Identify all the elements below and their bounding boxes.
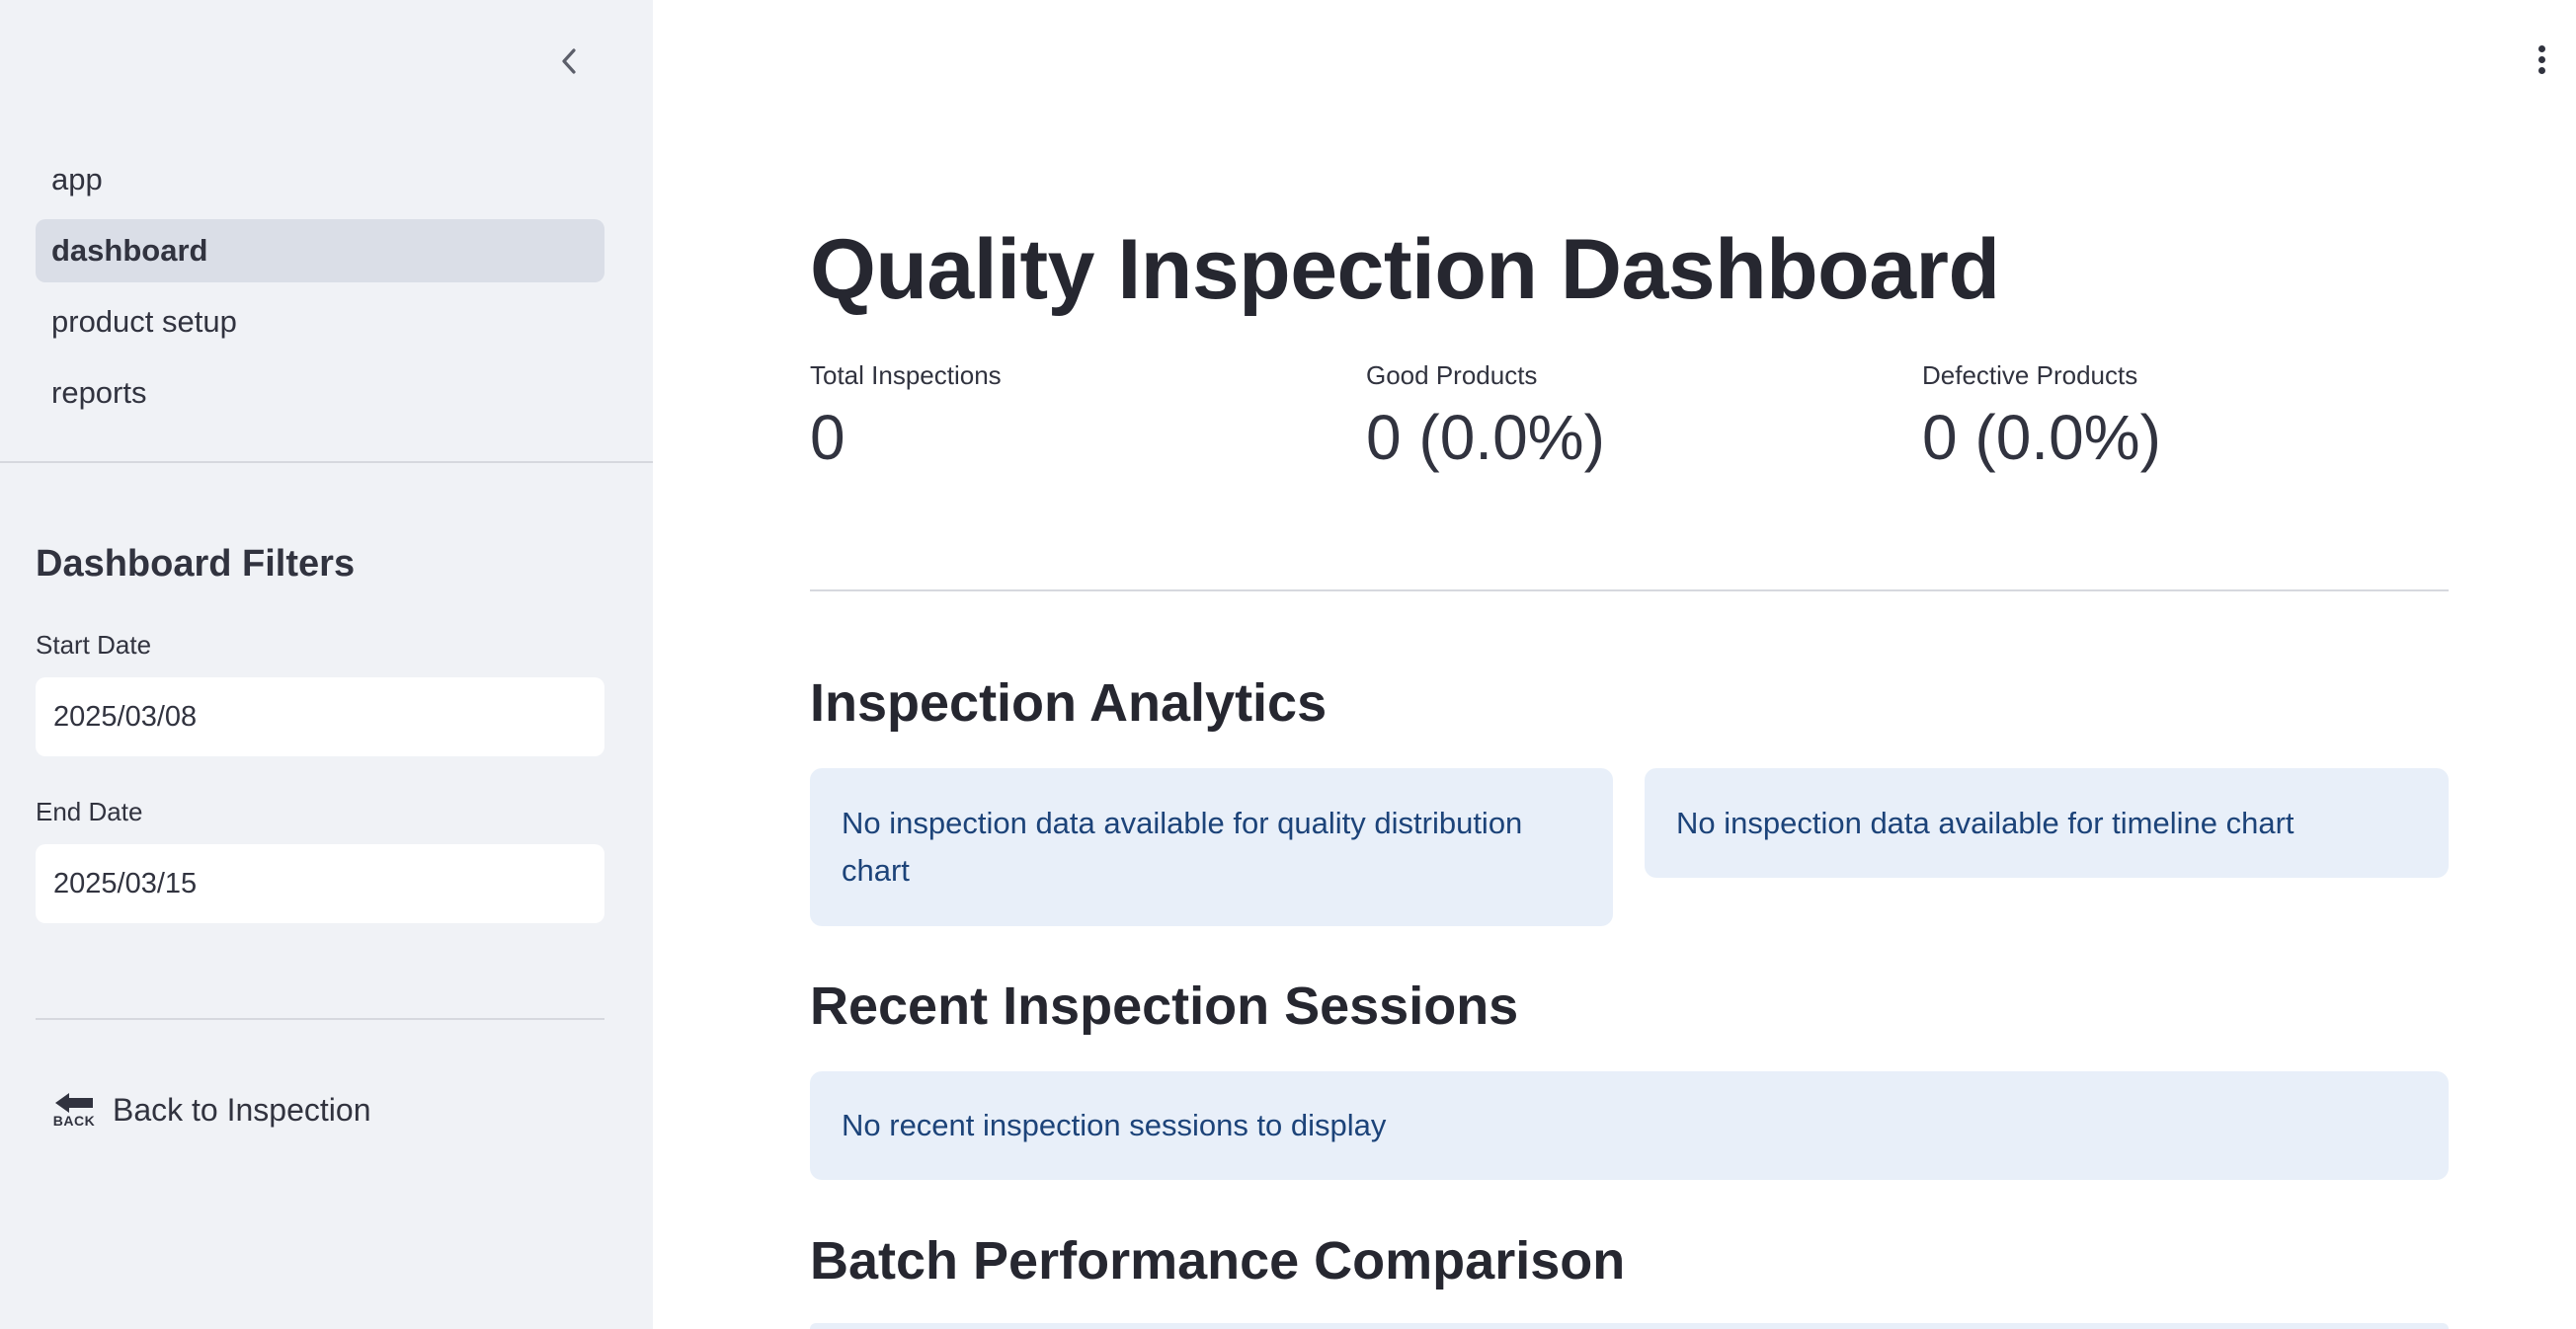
sidebar-item-reports[interactable]: reports bbox=[36, 361, 604, 425]
menu-dot-icon bbox=[2537, 66, 2545, 74]
metric-label: Defective Products bbox=[1922, 360, 2138, 390]
filters-heading: Dashboard Filters bbox=[36, 543, 356, 585]
sidebar-item-product-setup[interactable]: product setup bbox=[36, 290, 604, 353]
end-date-input[interactable] bbox=[36, 844, 604, 923]
metric-value: 0 bbox=[810, 402, 845, 473]
menu-dot-icon bbox=[2537, 44, 2545, 52]
sidebar-item-app[interactable]: app bbox=[36, 148, 604, 211]
recent-sessions-heading: Recent Inspection Sessions bbox=[810, 977, 1519, 1036]
sidebar-divider-bottom bbox=[36, 1018, 604, 1020]
metric-value: 0 (0.0%) bbox=[1366, 402, 1605, 473]
sidebar: app dashboard product setup reports Dash… bbox=[0, 0, 653, 1329]
batch-performance-heading: Batch Performance Comparison bbox=[810, 1231, 1626, 1290]
metric-good-products: Good Products 0 (0.0%) bbox=[1366, 357, 1605, 482]
batch-performance-info bbox=[810, 1323, 2449, 1329]
start-date-input[interactable] bbox=[36, 677, 604, 756]
sidebar-divider bbox=[0, 461, 653, 463]
back-arrow-icon: BACK bbox=[45, 1087, 103, 1133]
menu-dot-icon bbox=[2537, 55, 2545, 63]
quality-distribution-info: No inspection data available for quality… bbox=[810, 768, 1613, 926]
quality-distribution-message: No inspection data available for quality… bbox=[842, 806, 1523, 888]
sidebar-nav: app dashboard product setup reports bbox=[36, 148, 604, 432]
start-date-label: Start Date bbox=[36, 630, 152, 660]
back-icon-text: BACK bbox=[52, 1113, 96, 1129]
inspection-analytics-heading: Inspection Analytics bbox=[810, 673, 1328, 733]
metrics-divider bbox=[810, 589, 2449, 591]
page-title: Quality Inspection Dashboard bbox=[810, 222, 2000, 317]
metric-value: 0 (0.0%) bbox=[1922, 402, 2161, 473]
metric-label: Good Products bbox=[1366, 360, 1538, 390]
back-to-inspection-button[interactable]: BACK Back to Inspection bbox=[45, 1082, 371, 1137]
recent-sessions-message: No recent inspection sessions to display bbox=[842, 1108, 1387, 1142]
sidebar-item-dashboard[interactable]: dashboard bbox=[36, 219, 604, 282]
back-button-label: Back to Inspection bbox=[113, 1091, 371, 1128]
metric-label: Total Inspections bbox=[810, 360, 1002, 390]
main-menu-button[interactable] bbox=[2527, 39, 2556, 79]
timeline-message: No inspection data available for timelin… bbox=[1676, 805, 2294, 840]
metric-defective-products: Defective Products 0 (0.0%) bbox=[1922, 357, 2161, 482]
chevron-left-icon bbox=[562, 48, 576, 74]
end-date-label: End Date bbox=[36, 797, 143, 826]
collapse-sidebar-button[interactable] bbox=[549, 41, 589, 81]
timeline-info: No inspection data available for timelin… bbox=[1645, 768, 2449, 878]
metric-total-inspections: Total Inspections 0 bbox=[810, 357, 1002, 482]
recent-sessions-info: No recent inspection sessions to display bbox=[810, 1071, 2449, 1180]
